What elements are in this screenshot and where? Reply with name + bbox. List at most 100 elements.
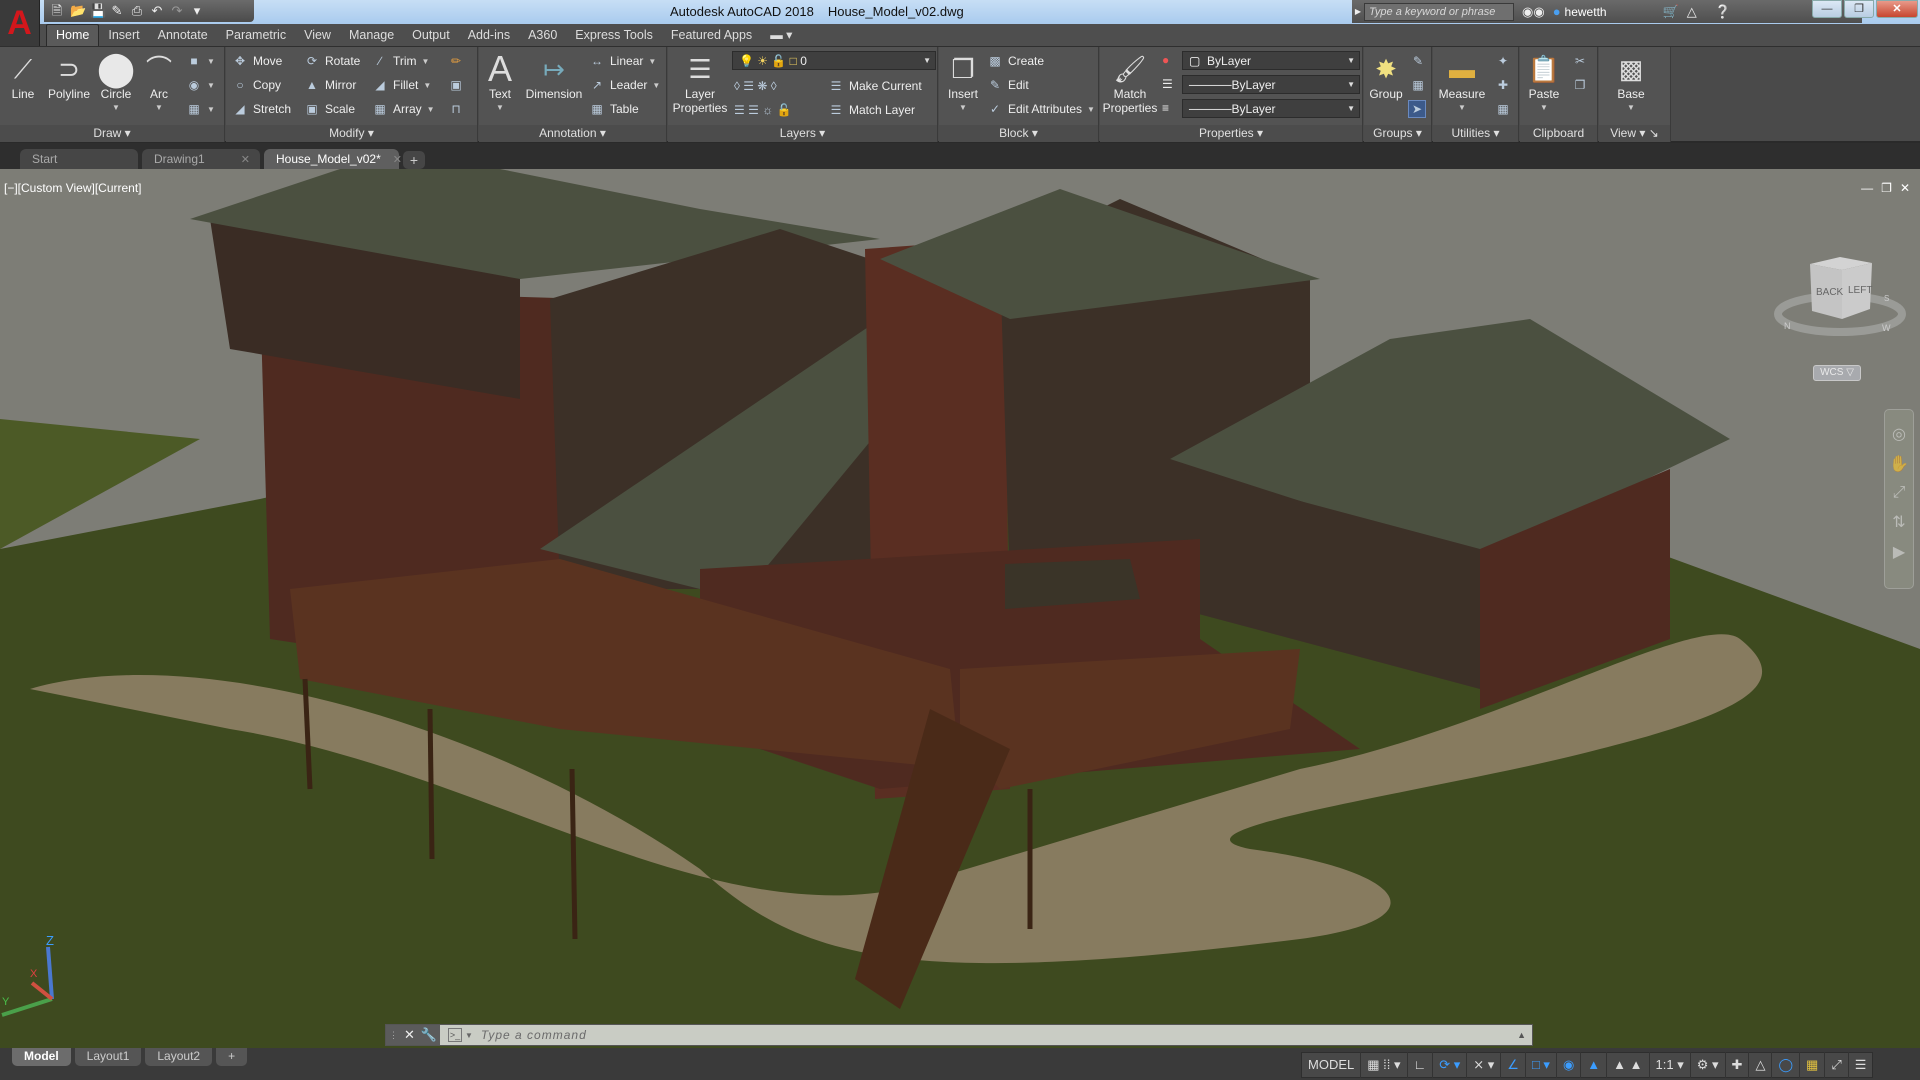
layer-tools-row-2[interactable]: ☰ ☰ ☼ 🔓 (734, 101, 791, 119)
edit-attributes-button[interactable]: ✓ Edit Attributes ▼ (987, 100, 1095, 118)
customize-icon[interactable]: ▾ (190, 4, 204, 18)
save-as-icon[interactable]: ✎ (110, 4, 124, 18)
full-screen-icon[interactable]: ⤢ (1825, 1052, 1849, 1078)
tab-output[interactable]: Output (403, 25, 459, 46)
minimize-button[interactable]: — (1812, 0, 1842, 18)
binoculars-icon[interactable]: ◉◉ (1522, 4, 1545, 20)
tab-home[interactable]: Home (46, 24, 100, 46)
tab-a360[interactable]: A360 (519, 25, 566, 46)
new-icon[interactable]: 🗎 (50, 4, 64, 18)
workspace-gear-icon[interactable]: ⚙ ▾ (1691, 1052, 1726, 1078)
polar-tracking-icon[interactable]: ⟳ ▾ (1433, 1052, 1468, 1078)
save-icon[interactable]: 💾 (90, 4, 106, 18)
draw-panel-title[interactable]: Draw ▾ (0, 125, 224, 142)
search-input[interactable] (1364, 2, 1514, 21)
user-name[interactable]: hewetth (1565, 5, 1655, 19)
pan-hand-icon[interactable]: ✋ (1889, 454, 1909, 474)
layers-panel-title[interactable]: Layers ▾ (668, 125, 937, 142)
file-tab-house-model[interactable]: House_Model_v02* ✕ (264, 149, 402, 169)
linear-button[interactable]: ↔ Linear ▼ (589, 52, 656, 70)
viewport-restore-icon[interactable]: ❐ (1881, 181, 1892, 195)
tab-manage[interactable]: Manage (340, 25, 403, 46)
line-button[interactable]: ⟋ Line (6, 51, 40, 101)
modify-panel-title[interactable]: Modify ▾ (226, 125, 477, 142)
close-command-line-icon[interactable]: ✕ (404, 1027, 415, 1043)
id-point-button[interactable]: ✚ (1495, 76, 1511, 94)
steering-wheel-icon[interactable]: ◎ (1892, 424, 1906, 444)
help-icon[interactable]: ❔ (1715, 4, 1731, 20)
tab-model[interactable]: Model (12, 1048, 71, 1066)
hatch-button[interactable]: ◉ ▼ (186, 76, 215, 94)
group-edit-button[interactable]: ▦ (1410, 76, 1426, 94)
isolate-objects-icon[interactable]: ▦ (1800, 1052, 1826, 1078)
tab-annotate[interactable]: Annotate (149, 25, 217, 46)
showmotion-icon[interactable]: ▶ (1893, 542, 1905, 562)
fillet-button[interactable]: ◢ Fillet ▼ (372, 76, 431, 94)
array-button[interactable]: ▦ Array ▼ (372, 100, 434, 118)
block-panel-title[interactable]: Block ▾ (939, 125, 1098, 142)
tab-insert[interactable]: Insert (99, 25, 148, 46)
polyline-button[interactable]: ⊃ Polyline (44, 51, 94, 101)
layer-tools-row-1[interactable]: ◊ ☰ ❋ ◊ (734, 77, 777, 95)
isodraft-icon[interactable]: ⨯ ▾ (1467, 1052, 1502, 1078)
close-tab-icon[interactable]: ✕ (393, 153, 402, 166)
application-menu-button[interactable]: A (0, 0, 40, 46)
viewport-minimize-icon[interactable]: — (1861, 181, 1873, 195)
text-button[interactable]: A Text ▼ (483, 51, 517, 115)
erase-button[interactable]: ✏ (448, 52, 464, 70)
rotate-button[interactable]: ⟳ Rotate (304, 52, 360, 70)
open-icon[interactable]: 📂 (70, 4, 86, 18)
match-properties-button[interactable]: 🖌 Match Properties (1102, 51, 1158, 115)
linetype-dropdown[interactable]: ───── ByLayer ▼ (1182, 75, 1360, 94)
quick-properties-icon[interactable]: ◯ (1772, 1052, 1801, 1078)
orbit-icon[interactable]: ⇅ (1892, 512, 1905, 532)
cart-icon[interactable]: 🛒 (1663, 4, 1679, 20)
object-snap-tracking-icon[interactable]: ∠ (1501, 1052, 1526, 1078)
tab-layout2[interactable]: Layout2 (145, 1048, 213, 1066)
match-layer-button[interactable]: ☰ Match Layer (828, 101, 915, 119)
measure-button[interactable]: ▬ Measure ▼ (1437, 51, 1487, 115)
undo-icon[interactable]: ↶ (150, 4, 164, 18)
edit-block-button[interactable]: ✎ Edit (987, 76, 1029, 94)
offset-button[interactable]: ⊓ (448, 100, 464, 118)
groups-panel-title[interactable]: Groups ▾ (1364, 125, 1431, 142)
tab-featured-apps[interactable]: Featured Apps (662, 25, 761, 46)
group-button[interactable]: ✸ Group (1368, 51, 1404, 101)
view-panel-title[interactable]: View ▾ ↘ (1599, 125, 1670, 142)
add-layout-button[interactable]: + (216, 1048, 248, 1066)
user-icon[interactable]: ● (1553, 4, 1561, 19)
model-space-toggle[interactable]: MODEL (1302, 1052, 1362, 1078)
stretch-button[interactable]: ◢ Stretch (232, 100, 291, 118)
redo-icon[interactable]: ↷ (170, 4, 184, 18)
customize-wrench-icon[interactable]: 🔧 (421, 1027, 437, 1043)
annotation-scale[interactable]: 1:1 ▾ (1650, 1052, 1691, 1078)
tab-layout1[interactable]: Layout1 (74, 1048, 142, 1066)
annotation-panel-title[interactable]: Annotation ▾ (479, 125, 666, 142)
auto-scale-icon[interactable]: ▲ ▲ (1607, 1052, 1650, 1078)
layer-dropdown[interactable]: 💡 ☀ 🔓 □ 0 ▼ (732, 51, 936, 70)
quick-select-button[interactable]: ✦ (1495, 52, 1511, 70)
clipboard-panel-title[interactable]: Clipboard (1520, 125, 1597, 142)
trim-button[interactable]: ∕ Trim ▼ (372, 52, 429, 70)
drawing-viewport[interactable]: [−][Custom View][Current] — ❐ ✕ BACK LEF… (0, 169, 1920, 1048)
viewport-controls-label[interactable]: [−][Custom View][Current] (4, 181, 142, 195)
file-tab-drawing1[interactable]: Drawing1 ✕ (142, 149, 260, 169)
insert-button[interactable]: ❐ Insert ▼ (943, 51, 983, 115)
table-button[interactable]: ▦ Table (589, 100, 638, 118)
dimension-button[interactable]: ↦ Dimension (523, 51, 585, 101)
mirror-button[interactable]: ▲ Mirror (304, 76, 356, 94)
tab-parametric[interactable]: Parametric (217, 25, 295, 46)
close-tab-icon[interactable]: ✕ (241, 153, 250, 166)
tab-view[interactable]: View (295, 25, 340, 46)
layer-properties-button[interactable]: ☰ Layer Properties (670, 51, 730, 115)
close-button[interactable]: ✕ (1876, 0, 1918, 18)
circle-button[interactable]: ⬤ Circle ▼ (97, 51, 135, 115)
color-dropdown[interactable]: ▢ ByLayer ▼ (1182, 51, 1360, 70)
lineweight-dropdown[interactable]: ───── ByLayer ▼ (1182, 99, 1360, 118)
restore-button[interactable]: ❐ (1844, 0, 1874, 18)
copy-clip-button[interactable]: ❐ (1572, 76, 1588, 94)
copy-button[interactable]: ○ Copy (232, 76, 281, 94)
tab-express-tools[interactable]: Express Tools (566, 25, 662, 46)
viewcube[interactable]: BACK LEFT N W S (1770, 239, 1910, 349)
properties-panel-title[interactable]: Properties ▾ (1100, 125, 1362, 142)
